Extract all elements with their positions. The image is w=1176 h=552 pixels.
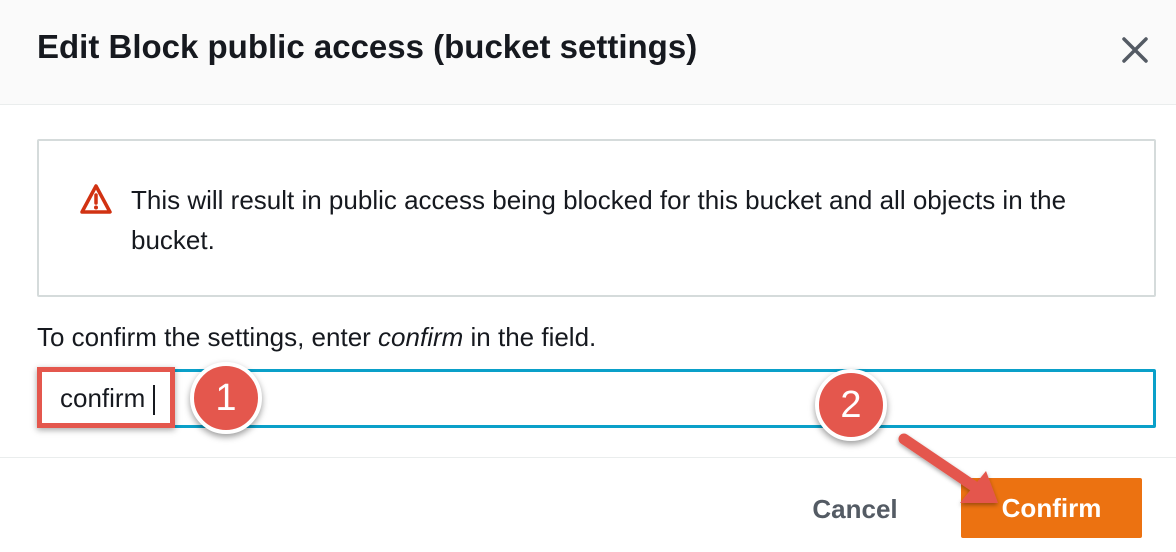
close-button[interactable] (1115, 30, 1155, 70)
close-icon (1122, 37, 1148, 63)
modal-header: Edit Block public access (bucket setting… (0, 0, 1176, 105)
confirm-instructions: To confirm the settings, enter confirm i… (37, 322, 596, 353)
modal-title: Edit Block public access (bucket setting… (37, 28, 698, 65)
confirm-keyword: confirm (378, 322, 464, 352)
warning-alert: This will result in public access being … (37, 139, 1156, 297)
annotation-highlight-box (37, 367, 175, 428)
annotation-arrow-icon (898, 433, 998, 503)
alert-message: This will result in public access being … (131, 185, 1067, 255)
confirm-label-prefix: To confirm the settings, enter (37, 322, 379, 352)
step-badge-2: 2 (815, 369, 887, 441)
confirm-label-suffix: in the field. (463, 322, 597, 352)
warning-triangle-icon (80, 184, 112, 214)
step-badge-1: 1 (190, 362, 262, 434)
